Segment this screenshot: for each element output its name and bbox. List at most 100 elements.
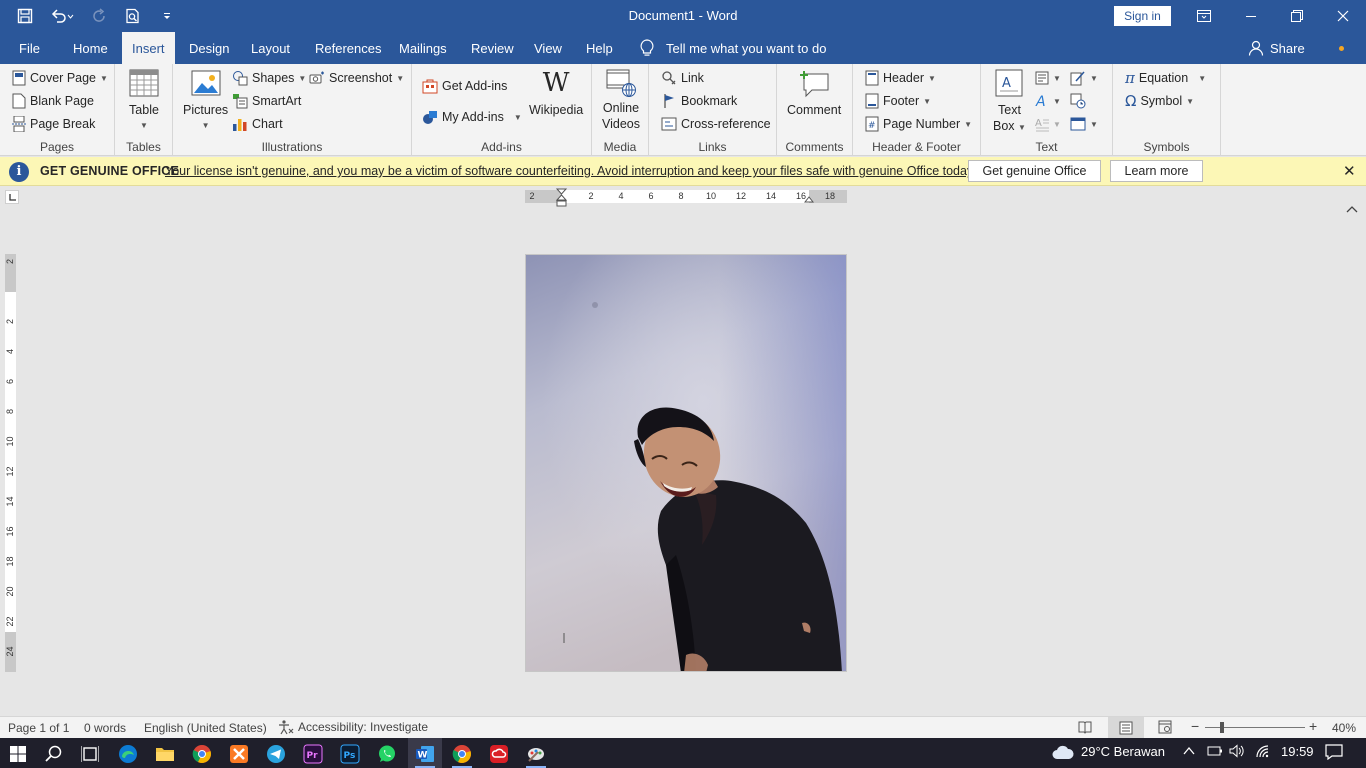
search-icon[interactable]	[37, 741, 71, 767]
tab-references[interactable]: References	[305, 32, 391, 64]
weather-icon[interactable]	[1051, 744, 1075, 763]
redo-icon[interactable]	[84, 2, 114, 30]
premiere-pro-icon[interactable]: Pr	[296, 741, 330, 767]
zoom-out-button[interactable]: −	[1191, 718, 1199, 734]
notifications-icon[interactable]	[1325, 744, 1343, 763]
vertical-ruler[interactable]: 2 2 4 6 8 10 12 14 16 18 20 22 24	[5, 254, 16, 672]
close-message-icon[interactable]: ✕	[1343, 162, 1356, 180]
web-layout-icon[interactable]	[1158, 720, 1172, 737]
object-button[interactable]: ▼	[1070, 114, 1098, 134]
customize-qat-icon[interactable]	[152, 2, 182, 30]
table-button[interactable]: Table ▼	[129, 68, 159, 134]
link-button[interactable]: Link	[661, 68, 704, 88]
share-button[interactable]: Share	[1248, 32, 1305, 64]
svg-text:A: A	[1035, 118, 1042, 129]
symbol-button[interactable]: Ω Symbol ▼	[1125, 91, 1194, 111]
undo-icon[interactable]	[44, 2, 80, 30]
zoom-slider-thumb[interactable]	[1220, 722, 1224, 733]
zoom-in-button[interactable]: +	[1309, 718, 1317, 734]
chrome-icon[interactable]	[185, 741, 219, 767]
quick-parts-button[interactable]: ▼	[1035, 68, 1061, 88]
signature-line-button[interactable]: ▼	[1070, 68, 1098, 88]
page-number-button[interactable]: # Page Number ▼	[865, 114, 972, 134]
online-videos-button[interactable]: Online Videos	[602, 68, 640, 132]
tab-home[interactable]: Home	[63, 32, 118, 64]
battery-icon[interactable]	[1207, 744, 1223, 761]
indent-marker-icon[interactable]	[556, 188, 567, 208]
date-time-button[interactable]	[1070, 91, 1086, 111]
get-addins-button[interactable]: Get Add-ins	[422, 76, 507, 96]
restore-icon[interactable]	[1274, 0, 1320, 32]
clock[interactable]: 19:59	[1281, 744, 1314, 759]
license-warning-link[interactable]: Your license isn't genuine, and you may …	[165, 164, 976, 178]
tab-insert[interactable]: Insert	[122, 32, 175, 64]
tell-me-search[interactable]: Tell me what you want to do	[640, 32, 826, 64]
get-genuine-office-button[interactable]: Get genuine Office	[968, 160, 1101, 182]
learn-more-button[interactable]: Learn more	[1110, 160, 1203, 182]
pictures-button[interactable]: Pictures ▼	[183, 68, 228, 134]
task-view-icon[interactable]	[73, 741, 107, 767]
photoshop-icon[interactable]: Ps	[333, 741, 367, 767]
svg-text:#: #	[868, 121, 876, 131]
horizontal-ruler[interactable]: 2 2 4 6 8 10 12 14 16 18	[525, 188, 847, 207]
show-hidden-icons[interactable]	[1183, 744, 1195, 761]
cross-reference-button[interactable]: Cross-reference	[661, 114, 771, 134]
collapse-ribbon-icon[interactable]	[1346, 205, 1358, 216]
tab-design[interactable]: Design	[179, 32, 239, 64]
tab-review[interactable]: Review	[461, 32, 524, 64]
tab-view[interactable]: View	[524, 32, 572, 64]
chrome-2-icon[interactable]	[445, 741, 479, 767]
sign-in-button[interactable]: Sign in	[1114, 6, 1171, 26]
weather-text[interactable]: 29°C Berawan	[1081, 744, 1165, 759]
drop-cap-button[interactable]: A ▼	[1035, 114, 1061, 134]
tab-selector[interactable]	[5, 190, 19, 204]
print-preview-icon[interactable]	[118, 2, 148, 30]
bookmark-button[interactable]: Bookmark	[661, 91, 737, 111]
blank-page-button[interactable]: Blank Page	[12, 91, 94, 111]
tab-help[interactable]: Help	[576, 32, 623, 64]
word-count[interactable]: 0 words	[84, 721, 126, 735]
minimize-icon[interactable]	[1228, 0, 1274, 32]
tab-file[interactable]: File	[9, 32, 50, 64]
equation-button[interactable]: π Equation ▼	[1125, 68, 1206, 88]
xampp-icon[interactable]	[222, 741, 256, 767]
tab-mailings[interactable]: Mailings	[389, 32, 457, 64]
read-mode-icon[interactable]	[1078, 720, 1092, 737]
tab-layout[interactable]: Layout	[241, 32, 300, 64]
screenshot-button[interactable]: Screenshot ▼	[309, 68, 404, 88]
smartart-icon	[233, 94, 248, 109]
wikipedia-button[interactable]: W Wikipedia	[529, 68, 583, 118]
telegram-icon[interactable]	[259, 741, 293, 767]
page-break-button[interactable]: Page Break	[12, 114, 95, 134]
accessibility-checker[interactable]: Accessibility: Investigate	[278, 719, 428, 735]
windows-start-icon[interactable]	[1, 741, 35, 767]
text-box-button[interactable]: A Text Box ▼	[993, 68, 1026, 136]
save-icon[interactable]	[10, 2, 40, 30]
volume-icon[interactable]	[1229, 744, 1245, 761]
file-explorer-icon[interactable]	[148, 741, 182, 767]
edge-icon[interactable]	[111, 741, 145, 767]
paint-app-icon[interactable]	[519, 741, 553, 767]
right-indent-icon[interactable]	[804, 195, 814, 203]
comment-button[interactable]: Comment	[787, 68, 841, 118]
footer-button[interactable]: Footer ▼	[865, 91, 931, 111]
zoom-level[interactable]: 40%	[1332, 721, 1356, 735]
my-addins-button[interactable]: My Add-ins ▼	[422, 107, 522, 127]
page-count[interactable]: Page 1 of 1	[8, 721, 69, 735]
shapes-button[interactable]: Shapes ▼	[232, 68, 306, 88]
word-icon[interactable]: W	[408, 741, 442, 767]
inserted-photo[interactable]	[526, 255, 847, 672]
ribbon-display-options-icon[interactable]	[1181, 0, 1227, 32]
print-layout-icon[interactable]	[1108, 717, 1144, 738]
chart-button[interactable]: Chart	[232, 114, 283, 134]
wordart-button[interactable]: A ▼	[1035, 91, 1061, 111]
smartart-button[interactable]: SmartArt	[232, 91, 301, 111]
document-page[interactable]	[525, 254, 847, 672]
language-indicator[interactable]: English (United States)	[144, 721, 267, 735]
close-icon[interactable]	[1320, 0, 1366, 32]
whatsapp-icon[interactable]	[370, 741, 404, 767]
header-button[interactable]: Header ▼	[865, 68, 936, 88]
creative-cloud-icon[interactable]	[482, 741, 516, 767]
cover-page-button[interactable]: Cover Page ▼	[12, 68, 108, 88]
wifi-icon[interactable]	[1255, 744, 1271, 761]
